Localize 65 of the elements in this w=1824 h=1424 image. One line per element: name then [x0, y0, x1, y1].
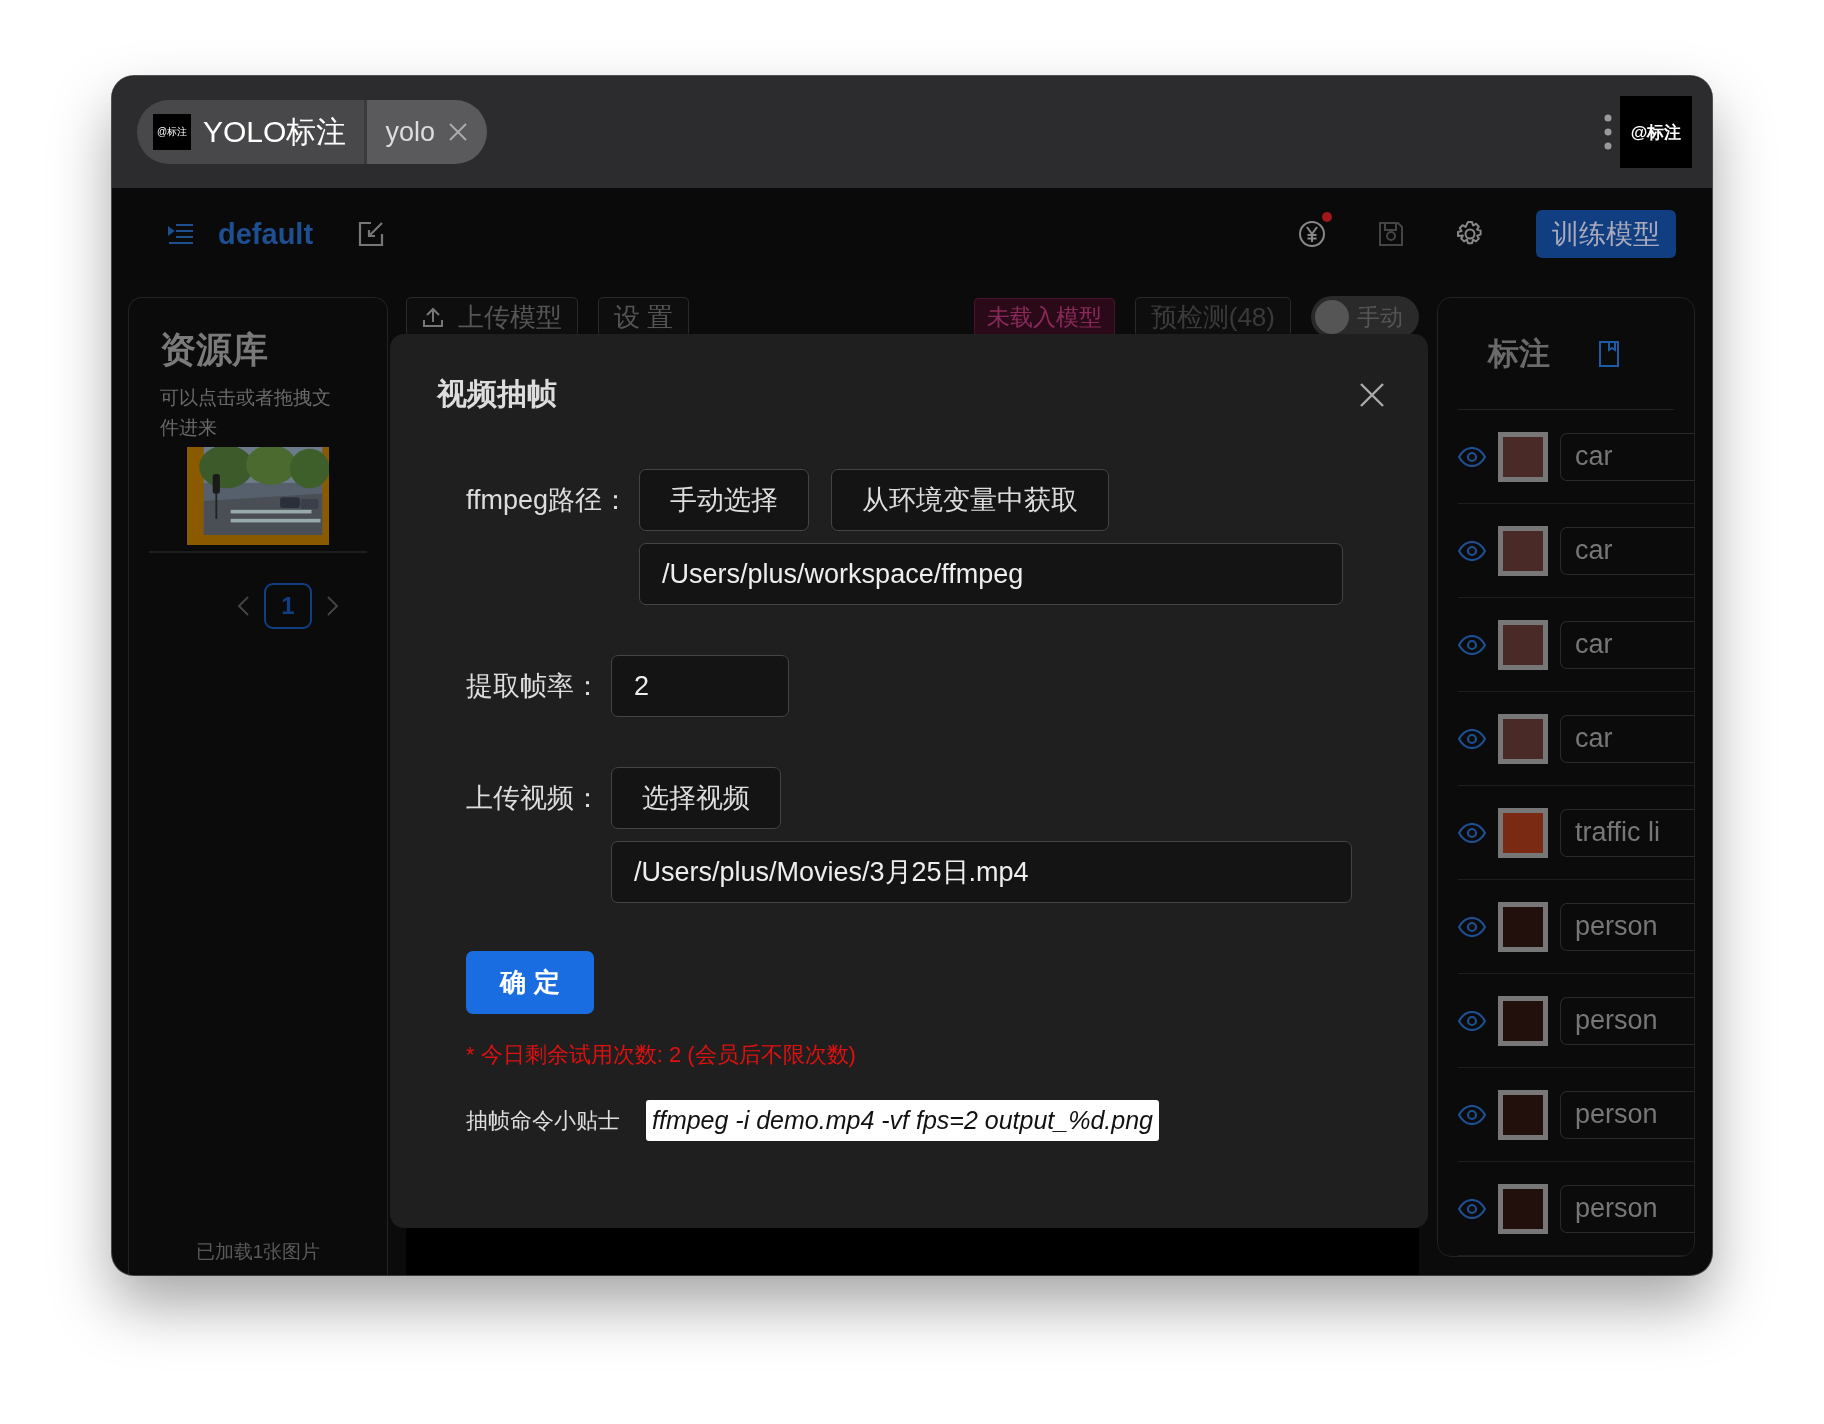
hint-text: 可以点击或者拖拽文件进来	[160, 386, 332, 440]
chevron-left-icon[interactable]	[236, 595, 250, 617]
path-field[interactable]: /Users/plus/workspace/ffmpeg	[639, 543, 1344, 605]
label-field[interactable]: car	[1560, 526, 1694, 575]
close-icon[interactable]	[1359, 381, 1385, 408]
color-swatch[interactable]	[1498, 525, 1548, 576]
command-text: ffmpeg -i demo.mp4 -vf fps=2 output_%d.png	[646, 1100, 1159, 1141]
video-path-field[interactable]: /Users/plus/Movies/3月25日.mp4	[611, 841, 1352, 903]
color-swatch[interactable]	[1498, 431, 1548, 482]
color-swatch[interactable]	[1498, 1089, 1548, 1140]
upload-model-button[interactable]: 上传模型	[406, 297, 578, 337]
project-name[interactable]: default	[218, 217, 314, 251]
env-button[interactable]: 从环境变量中获取	[831, 469, 1110, 531]
eye-icon[interactable]	[1458, 822, 1486, 843]
label-field[interactable]: traffic li	[1560, 808, 1694, 857]
field-label: 上传视频：	[466, 782, 601, 815]
label-field[interactable]: car	[1560, 714, 1694, 763]
eye-icon[interactable]	[1458, 446, 1486, 467]
label-field[interactable]: car	[1560, 432, 1694, 481]
eye-icon[interactable]	[1458, 1010, 1486, 1031]
eye-icon[interactable]	[1458, 916, 1486, 937]
thumbnail[interactable]	[187, 447, 329, 545]
eye-icon[interactable]	[1458, 728, 1486, 749]
save-icon[interactable]	[1378, 221, 1404, 247]
choose-button[interactable]: 手动选择	[639, 469, 810, 531]
tab[interactable]: @标注 YOLO标注	[137, 100, 368, 164]
color-swatch[interactable]	[1498, 1183, 1548, 1234]
eye-icon[interactable]	[1458, 540, 1486, 561]
edit-icon[interactable]	[357, 220, 386, 248]
upload-icon	[422, 306, 444, 328]
label-field[interactable]: person	[1560, 1184, 1694, 1233]
color-swatch[interactable]	[1498, 807, 1548, 858]
label-field[interactable]: person	[1560, 1090, 1694, 1139]
status-text: 已加载1张图片	[195, 1240, 321, 1264]
color-swatch[interactable]	[1498, 901, 1548, 952]
logo: @标注	[1620, 96, 1692, 168]
yen-icon[interactable]	[1298, 220, 1326, 248]
more-icon[interactable]	[1604, 114, 1612, 150]
color-swatch[interactable]	[1498, 995, 1548, 1046]
settings-button[interactable]: 设 置	[598, 297, 690, 337]
eye-icon[interactable]	[1458, 1198, 1486, 1219]
confirm-button[interactable]: 确 定	[466, 951, 594, 1014]
label-field[interactable]: car	[1560, 620, 1694, 669]
panel-title: 资源库	[160, 328, 268, 372]
train-model-button[interactable]: 训练模型	[1536, 210, 1676, 258]
label-field[interactable]: person	[1560, 902, 1694, 951]
color-swatch[interactable]	[1498, 619, 1548, 670]
dialog-title: 视频抽帧	[437, 376, 557, 412]
bookmark-icon[interactable]	[1598, 339, 1620, 368]
chevron-right-icon[interactable]	[326, 595, 340, 617]
menu-icon[interactable]	[168, 223, 194, 245]
eye-icon[interactable]	[1458, 1104, 1486, 1125]
color-swatch[interactable]	[1498, 713, 1548, 764]
model-status-tag: 未载入模型	[973, 297, 1115, 337]
label-field[interactable]: person	[1560, 996, 1694, 1045]
eye-icon[interactable]	[1458, 634, 1486, 655]
tab[interactable]: yolo	[367, 100, 487, 164]
notice-text: * 今日剩余试用次数: 2 (会员后不限次数)	[466, 1041, 857, 1069]
app-logo: @标注	[153, 114, 191, 150]
field-label: 提取帧率：	[466, 670, 601, 703]
panel-title: 标注	[1488, 334, 1550, 373]
frame-rate-field[interactable]: 2	[611, 655, 789, 717]
field-label: ffmpeg路径：	[466, 484, 630, 517]
select-video-button[interactable]: 选择视频	[611, 767, 781, 829]
tip-label: 抽帧命令小贴士	[466, 1106, 620, 1135]
